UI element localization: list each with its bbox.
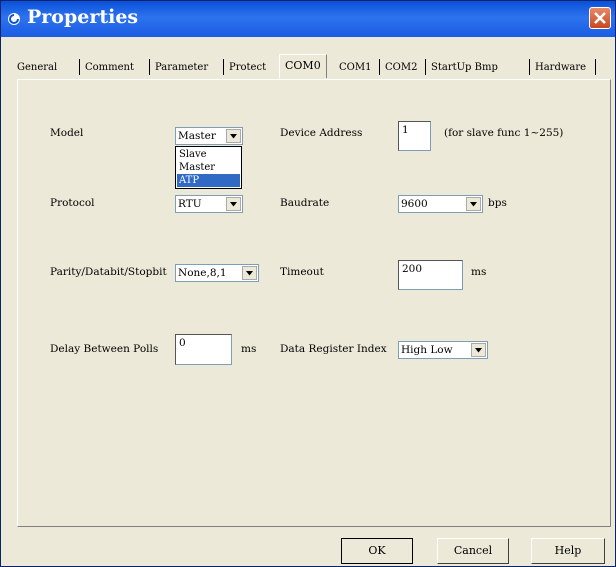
delay-value: 0 <box>179 337 186 349</box>
model-dropdown-list: Slave Master ATP <box>175 146 242 189</box>
tab-com1[interactable]: COM1 <box>339 58 371 78</box>
model-option-master[interactable]: Master <box>177 161 240 174</box>
baudrate-unit: bps <box>488 197 507 209</box>
tab-com2[interactable]: COM2 <box>385 58 417 78</box>
tab-separator <box>595 59 596 75</box>
register-index-dropdown-button[interactable] <box>471 343 486 357</box>
chevron-down-icon <box>230 202 237 207</box>
window-title: Properties <box>27 6 139 28</box>
tab-comment[interactable]: Comment <box>85 58 134 78</box>
model-option-atp[interactable]: ATP <box>177 174 240 187</box>
tab-separator <box>529 59 530 75</box>
delay-label: Delay Between Polls <box>50 343 159 355</box>
tab-protect[interactable]: Protect <box>229 58 266 78</box>
close-button[interactable] <box>589 7 611 29</box>
ok-button[interactable]: OK <box>341 538 413 564</box>
delay-unit: ms <box>241 343 257 355</box>
timeout-input[interactable]: 200 <box>398 260 463 290</box>
tab-separator <box>379 59 380 75</box>
parity-select[interactable]: None,8,1 <box>175 264 259 282</box>
tab-general[interactable]: General <box>17 58 57 78</box>
com0-panel <box>17 79 611 527</box>
title-bar[interactable]: Properties <box>1 1 615 37</box>
parity-dropdown-button[interactable] <box>242 266 257 280</box>
baudrate-value: 9600 <box>401 198 428 210</box>
tab-separator <box>149 59 150 75</box>
register-index-select[interactable]: High Low <box>398 341 488 359</box>
close-icon <box>594 12 606 24</box>
register-index-value: High Low <box>401 344 453 356</box>
chevron-down-icon <box>470 202 477 207</box>
model-option-slave[interactable]: Slave <box>177 148 240 161</box>
model-dropdown-button[interactable] <box>226 129 241 143</box>
model-select[interactable]: Master <box>175 127 243 145</box>
chevron-down-icon <box>230 134 237 139</box>
tab-parameter[interactable]: Parameter <box>155 58 208 78</box>
device-address-value: 1 <box>402 124 409 136</box>
tab-com0[interactable]: COM0 <box>279 54 327 78</box>
tab-strip: General Comment Parameter Protect COM0 C… <box>17 53 613 79</box>
protocol-select[interactable]: RTU <box>175 195 243 213</box>
chevron-down-icon <box>475 348 482 353</box>
protocol-dropdown-button[interactable] <box>226 197 241 211</box>
model-label: Model <box>50 127 84 139</box>
tab-startup-bmp[interactable]: StartUp Bmp <box>431 58 498 78</box>
tab-separator <box>79 59 80 75</box>
tab-separator <box>425 59 426 75</box>
help-button[interactable]: Help <box>531 538 605 564</box>
device-address-label: Device Address <box>280 127 363 139</box>
app-icon <box>7 12 21 26</box>
baudrate-select[interactable]: 9600 <box>398 195 483 213</box>
timeout-unit: ms <box>471 266 487 278</box>
delay-input[interactable]: 0 <box>175 334 232 365</box>
parity-label: Parity/Databit/Stopbit <box>50 266 167 278</box>
protocol-value: RTU <box>178 198 202 210</box>
parity-value: None,8,1 <box>178 267 227 279</box>
protocol-label: Protocol <box>50 197 95 209</box>
model-value: Master <box>178 130 216 142</box>
timeout-label: Timeout <box>280 266 324 278</box>
baudrate-label: Baudrate <box>280 197 330 209</box>
chevron-down-icon <box>246 271 253 276</box>
device-address-input[interactable]: 1 <box>398 121 431 151</box>
device-address-hint: (for slave func 1~255) <box>444 127 564 139</box>
baudrate-dropdown-button[interactable] <box>466 197 481 211</box>
tab-separator <box>223 59 224 75</box>
cancel-button[interactable]: Cancel <box>437 538 509 564</box>
properties-window: Properties General Comment Parameter Pro… <box>0 0 616 567</box>
register-index-label: Data Register Index <box>280 343 387 355</box>
timeout-value: 200 <box>402 263 423 275</box>
tab-hardware[interactable]: Hardware <box>535 58 586 78</box>
